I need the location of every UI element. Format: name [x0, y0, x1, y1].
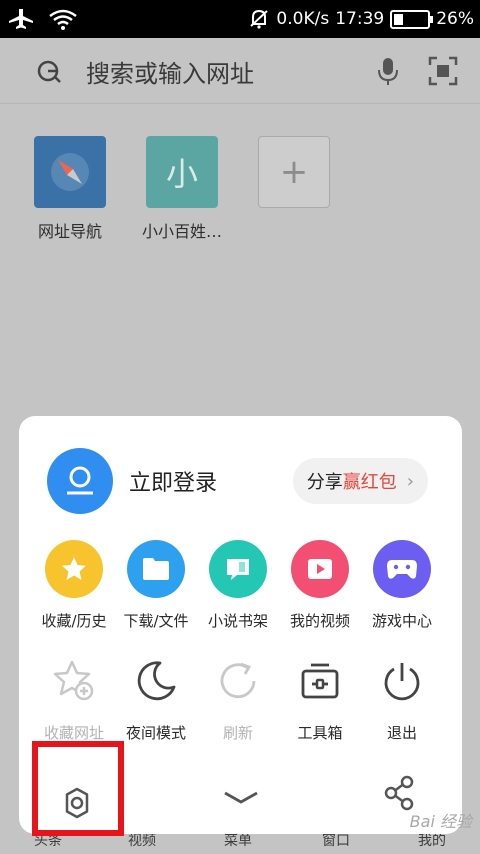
- battery-icon: [390, 9, 434, 29]
- microphone-icon[interactable]: [376, 56, 400, 86]
- menu-label: 收藏/历史: [41, 612, 107, 630]
- share-red-packet-button[interactable]: 分享 赢红包 ›: [292, 458, 428, 504]
- menu-label: 游戏中心: [371, 612, 432, 630]
- watermark: Bai 经验: [409, 812, 472, 831]
- compass-icon: [34, 136, 106, 208]
- alarm-off-icon: [250, 9, 269, 29]
- menu-favorites-history[interactable]: 收藏/历史: [28, 540, 120, 631]
- login-entry[interactable]: 立即登录: [47, 448, 217, 514]
- toolbox-icon: [291, 652, 349, 710]
- menu-label: 夜间模式: [125, 724, 186, 742]
- menu-label: 退出: [386, 724, 417, 742]
- letter-tile: 小: [146, 136, 218, 208]
- network-speed: 0.0K/s: [276, 9, 330, 29]
- shortcut-add[interactable]: +: [244, 136, 344, 208]
- share-highlight: 赢红包: [342, 472, 397, 493]
- star-add-icon: [45, 652, 103, 710]
- shortcut-web-nav[interactable]: 网址导航: [20, 136, 120, 242]
- power-icon: [373, 652, 431, 710]
- login-label: 立即登录: [129, 471, 218, 496]
- highlight-box: [32, 741, 124, 836]
- moon-icon: [127, 652, 185, 710]
- add-icon: +: [258, 136, 330, 208]
- refresh-icon: [209, 652, 267, 710]
- battery-percent: 26%: [436, 9, 474, 29]
- search-input[interactable]: 搜索或输入网址: [86, 54, 254, 89]
- shortcut-xiaoxiao[interactable]: 小 小小百姓…: [132, 136, 232, 242]
- menu-bookmark-site: 收藏网址: [28, 652, 120, 743]
- airplane-icon: [9, 9, 33, 29]
- chevron-down-icon: [224, 791, 258, 804]
- search-engine-icon[interactable]: [34, 56, 64, 86]
- status-bar: 0.0K/s 17:39 26%: [0, 0, 480, 38]
- menu-downloads[interactable]: 下载/文件: [110, 540, 202, 631]
- menu-novel-shelf[interactable]: 小说书架: [192, 540, 284, 631]
- menu-refresh: 刷新: [192, 652, 284, 743]
- chevron-right-icon: ›: [406, 470, 414, 492]
- menu-label: 下载/文件: [123, 612, 189, 630]
- menu-my-videos[interactable]: 我的视频: [274, 540, 366, 631]
- menu-night-mode[interactable]: 夜间模式: [110, 652, 202, 743]
- play-icon: [291, 540, 349, 598]
- menu-label: 刷新: [222, 724, 253, 742]
- shortcut-label: 小小百姓…: [141, 222, 222, 241]
- menu-label: 我的视频: [289, 612, 350, 630]
- share-label: 分享: [306, 472, 343, 493]
- share-icon: [384, 775, 414, 811]
- menu-label: 收藏网址: [43, 724, 104, 742]
- book-icon: [209, 540, 267, 598]
- menu-game-center[interactable]: 游戏中心: [356, 540, 448, 631]
- collapse-menu-button[interactable]: [215, 773, 267, 823]
- menu-label: 工具箱: [297, 724, 343, 742]
- shortcut-label: 网址导航: [37, 222, 102, 241]
- gamepad-icon: [373, 540, 431, 598]
- search-bar[interactable]: 搜索或输入网址: [0, 38, 480, 104]
- menu-toolbox[interactable]: 工具箱: [274, 652, 366, 743]
- star-icon: [45, 540, 103, 598]
- scan-icon[interactable]: [428, 56, 458, 86]
- menu-label: 小说书架: [207, 612, 268, 630]
- user-avatar-icon: [47, 448, 113, 514]
- folder-icon: [127, 540, 185, 598]
- wifi-icon: [49, 9, 77, 30]
- clock: 17:39: [335, 9, 385, 29]
- menu-exit[interactable]: 退出: [356, 652, 448, 743]
